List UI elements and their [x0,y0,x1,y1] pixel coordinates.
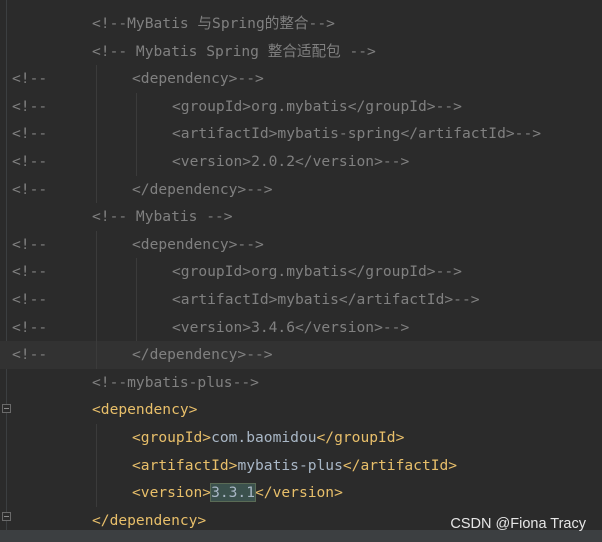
indent-guide [96,286,97,314]
code-line[interactable]: <!-- Mybatis Spring 整合适配包 --> [0,38,602,66]
code-line[interactable]: <!-- <version>3.4.6</version>--> [0,313,602,342]
comment-prefix: <!-- [12,318,48,336]
indent-guide [96,313,97,342]
code-token: com.baomidou [211,429,317,446]
indent-guide [96,230,97,259]
indent-guide [96,424,97,452]
code-token: <dependency> [92,401,198,419]
code-text: <!--MyBatis 与Spring的整合--> [92,10,335,38]
comment-prefix: <!-- [12,70,48,88]
code-text: <!--mybatis-plus--> [92,369,259,397]
code-text: <groupId>org.mybatis</groupId>--> [172,258,462,286]
indent-guide [136,148,137,176]
comment-prefix: <!-- [12,153,48,170]
code-token: <groupId>org.mybatis</groupId>--> [172,263,462,281]
code-token: <!-- Mybatis Spring 整合适配包 --> [92,42,376,60]
code-token: </dependency>--> [132,346,273,364]
comment-prefix: <!-- [12,263,48,281]
code-token: <!--MyBatis 与Spring的整合--> [92,15,335,32]
code-token: 3.3.1 [210,483,257,503]
code-text: </dependency>--> [132,176,273,204]
indent-guide [96,92,97,121]
indent-guide [136,286,137,314]
code-token: <artifactId>mybatis-spring</artifactId>-… [172,125,542,143]
indent-guide [136,258,137,286]
code-text: <artifactId>mybatis</artifactId>--> [172,286,480,314]
comment-prefix: <!-- [12,346,48,364]
code-line[interactable]: <!-- <groupId>org.mybatis</groupId>--> [0,258,602,286]
indent-guide [136,92,137,121]
indent-guide [96,258,97,286]
code-line[interactable]: <!-- </dependency>--> [0,175,602,204]
code-text: <groupId>com.baomidou</groupId> [132,424,404,452]
code-token: <dependency>--> [132,235,264,253]
code-token: <version>3.4.6</version>--> [172,318,410,336]
code-token: </dependency> [92,511,207,529]
comment-prefix: <!-- [12,180,48,198]
code-line[interactable]: <version>3.3.1</version> [0,479,602,507]
code-text: <groupId>org.mybatis</groupId>--> [172,93,462,121]
code-line[interactable]: <!-- <version>2.0.2</version>--> [0,148,602,176]
code-line[interactable]: <!-- </dependency>--> [0,341,602,369]
code-line[interactable]: <!--mybatis-plus--> [0,369,602,397]
indent-guide [96,120,97,148]
code-line[interactable]: <groupId>com.baomidou</groupId> [0,424,602,452]
code-editor[interactable]: <!--MyBatis 与Spring的整合--> <!-- Mybatis Sp… [0,0,602,542]
comment-prefix: <!-- [12,291,48,308]
code-token: mybatis-plus [237,456,343,474]
code-token: <version> [132,484,212,502]
indent-guide [96,148,97,176]
code-token: <artifactId>mybatis</artifactId>--> [172,291,480,308]
code-line[interactable]: <dependency> [0,396,602,424]
code-token: <!-- Mybatis --> [92,208,233,226]
code-token: <!--mybatis-plus--> [92,373,259,391]
comment-prefix: <!-- [12,125,48,143]
code-line[interactable]: <!--MyBatis 与Spring的整合--> [0,10,602,38]
code-token: <dependency>--> [132,70,264,88]
indent-guide [96,341,97,369]
code-line[interactable]: <!-- <artifactId>mybatis-spring</artifact… [0,120,602,148]
code-line[interactable]: <!-- <dependency>--> [0,230,602,259]
code-token: </groupId> [316,429,405,446]
code-token: <groupId>org.mybatis</groupId>--> [172,97,462,115]
code-text: </dependency>--> [132,341,273,369]
code-token: </dependency>--> [132,180,273,198]
code-token: <groupId> [132,429,212,446]
code-text: <!-- Mybatis Spring 整合适配包 --> [92,38,376,66]
code-line[interactable]: <artifactId>mybatis-plus</artifactId> [0,451,602,480]
code-text: <version>3.4.6</version>--> [172,314,409,342]
comment-prefix: <!-- [12,97,48,115]
code-token: </version> [255,484,343,502]
code-text: <dependency>--> [132,231,264,259]
code-text: <dependency>--> [132,65,264,93]
code-text: <dependency> [92,396,197,424]
indent-guide [96,65,97,93]
code-token: <artifactId> [132,456,238,474]
code-text: <artifactId>mybatis-spring</artifactId>-… [172,120,541,148]
code-line[interactable]: <!-- <artifactId>mybatis</artifactId>--> [0,286,602,314]
comment-prefix: <!-- [12,235,48,253]
indent-guide [96,479,97,507]
code-text: <version>2.0.2</version>--> [172,148,409,176]
code-text: <version>3.3.1</version> [132,479,343,507]
code-line[interactable]: <!-- <dependency>--> [0,65,602,93]
code-line[interactable]: <!-- <groupId>org.mybatis</groupId>--> [0,92,602,121]
watermark: CSDN @Fiona Tracy [450,516,586,532]
indent-guide [136,120,137,148]
code-text: <artifactId>mybatis-plus</artifactId> [132,452,457,480]
indent-guide [96,451,97,480]
code-token: <version>2.0.2</version>--> [172,153,410,170]
indent-guide [96,175,97,204]
code-text: <!-- Mybatis --> [92,203,233,231]
indent-guide [136,313,137,342]
code-token: </artifactId> [342,456,458,474]
code-line[interactable]: <!-- Mybatis --> [0,203,602,231]
